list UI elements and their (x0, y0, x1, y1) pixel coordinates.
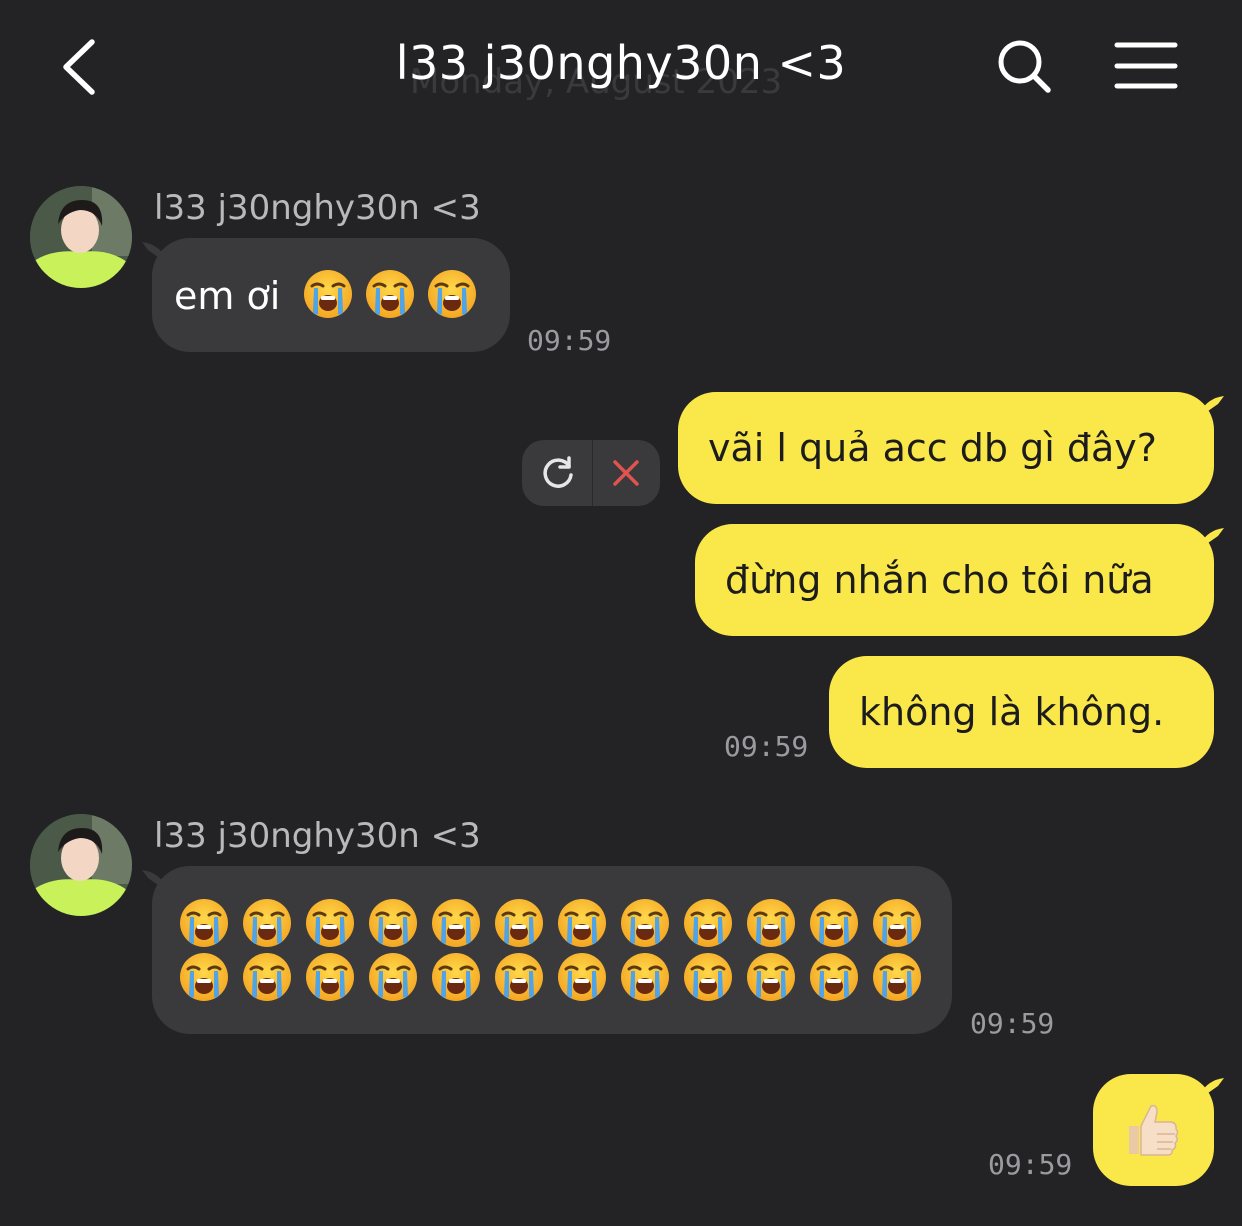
message-text: không là không. (859, 690, 1165, 734)
loudly-crying-face-emoji (621, 953, 669, 1001)
loudly-crying-face-emoji (495, 899, 543, 947)
message-text: đừng nhắn cho tôi nữa (725, 558, 1154, 602)
emoji-row (178, 897, 934, 951)
loudly-crying-face-emoji (180, 899, 228, 947)
crying-emoji-row (302, 268, 478, 320)
message-text: em ơi (174, 274, 281, 318)
loudly-crying-face-emoji (684, 953, 732, 1001)
chat-title: l33 j30nghy30n <3 (395, 36, 847, 90)
loudly-crying-face-emoji (369, 899, 417, 947)
message-bubble-outgoing[interactable] (1093, 1074, 1224, 1186)
search-button[interactable] (996, 38, 1054, 96)
loudly-crying-face-emoji (684, 899, 732, 947)
message-time: 09:59 (527, 324, 612, 357)
close-icon (613, 460, 639, 486)
loudly-crying-face-emoji (873, 899, 921, 947)
loudly-crying-face-emoji (558, 899, 606, 947)
loudly-crying-face-emoji (621, 899, 669, 947)
message-bubble-incoming[interactable]: em ơi (142, 238, 510, 352)
loudly-crying-face-emoji (243, 899, 291, 947)
message-time: 09:59 (724, 730, 809, 763)
loudly-crying-face-emoji (369, 953, 417, 1001)
message-bubble-outgoing[interactable]: không là không. (829, 656, 1214, 768)
menu-button[interactable] (1114, 40, 1178, 92)
message-time: 09:59 (970, 1007, 1055, 1040)
hamburger-menu-icon (1114, 42, 1178, 89)
sender-name: l33 j30nghy30n <3 (154, 816, 481, 856)
emoji-row (178, 951, 934, 1005)
search-icon (998, 40, 1051, 93)
sender-avatar[interactable] (30, 814, 132, 916)
loudly-crying-face-emoji (432, 899, 480, 947)
retry-icon (543, 456, 573, 488)
loudly-crying-face-emoji (243, 953, 291, 1001)
loudly-crying-face-emoji (873, 953, 921, 1001)
message-text: vãi l quả acc db gì đây? (708, 426, 1157, 470)
sender-avatar[interactable] (30, 186, 132, 288)
loudly-crying-face-emoji (306, 953, 354, 1001)
loudly-crying-face-emoji (306, 899, 354, 947)
retry-button[interactable] (522, 440, 592, 506)
loudly-crying-face-emoji (747, 953, 795, 1001)
loudly-crying-face-emoji (428, 270, 476, 318)
message-bubble-incoming[interactable] (142, 866, 952, 1034)
thumbs-up-emoji (1129, 1104, 1179, 1156)
delete-failed-button[interactable] (593, 440, 660, 506)
loudly-crying-face-emoji (180, 953, 228, 1001)
failed-send-actions (522, 440, 660, 506)
loudly-crying-face-emoji (810, 953, 858, 1001)
message-time: 09:59 (988, 1148, 1073, 1181)
loudly-crying-face-emoji (558, 953, 606, 1001)
loudly-crying-face-emoji (304, 270, 352, 318)
message-bubble-outgoing[interactable]: vãi l quả acc db gì đây? (678, 392, 1224, 504)
sender-name: l33 j30nghy30n <3 (154, 188, 481, 228)
loudly-crying-face-emoji (810, 899, 858, 947)
crying-emoji-grid (178, 897, 934, 1005)
loudly-crying-face-emoji (366, 270, 414, 318)
loudly-crying-face-emoji (495, 953, 543, 1001)
loudly-crying-face-emoji (432, 953, 480, 1001)
loudly-crying-face-emoji (747, 899, 795, 947)
message-bubble-outgoing[interactable]: đừng nhắn cho tôi nữa (695, 524, 1224, 636)
